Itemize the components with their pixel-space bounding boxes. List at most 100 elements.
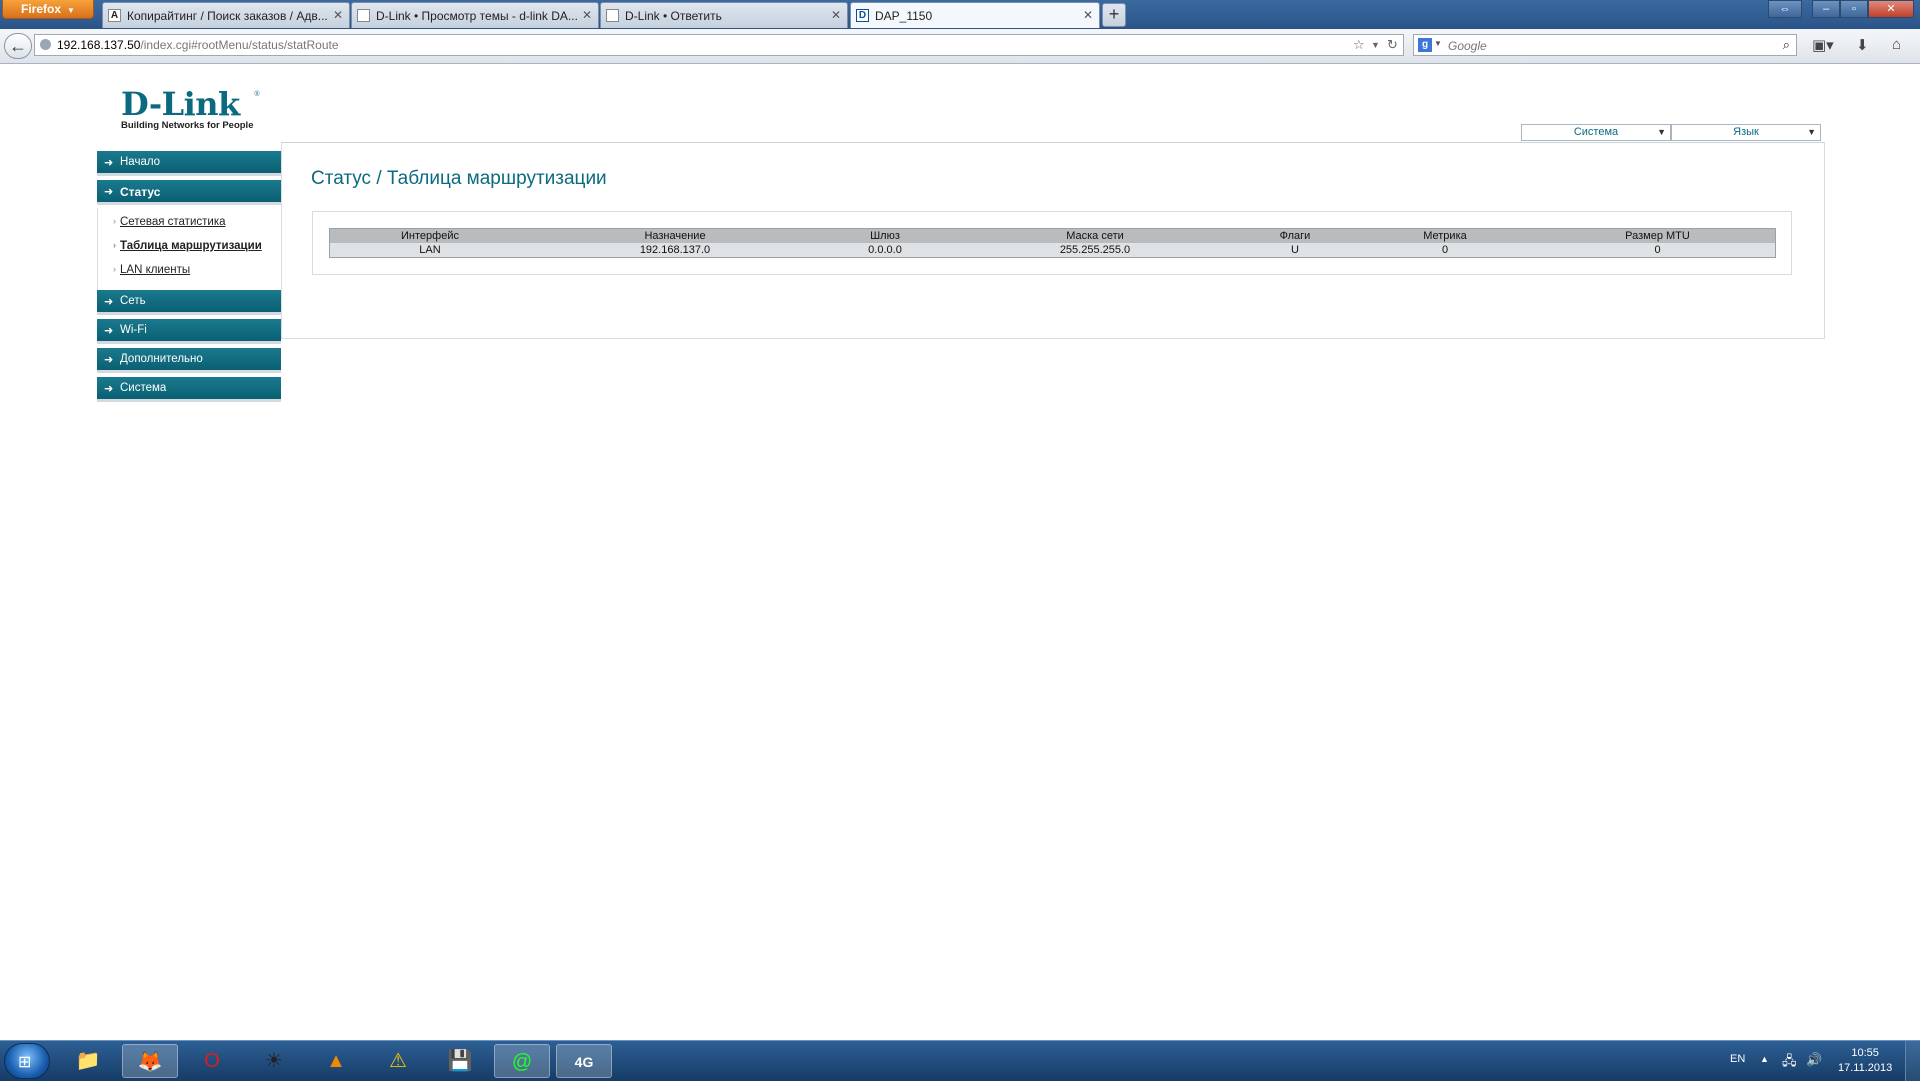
- submenu-item-label: Таблица маршрутизации: [120, 240, 262, 252]
- daemon-tools-icon[interactable]: ⚠: [370, 1044, 426, 1078]
- column-header: Маска сети: [950, 228, 1240, 243]
- new-tab-button[interactable]: +: [1102, 3, 1126, 27]
- bullet-icon: ›: [113, 264, 116, 274]
- page-title: Статус / Таблица маршрутизации: [311, 168, 607, 189]
- logo-tagline: Building Networks for People: [121, 120, 254, 131]
- close-icon[interactable]: ✕: [582, 8, 592, 22]
- sun-app-icon[interactable]: ☀: [246, 1044, 302, 1078]
- chevron-down-icon: ▼: [1807, 127, 1816, 137]
- column-header: Назначение: [530, 228, 820, 243]
- arrow-right-icon: ➜: [104, 157, 114, 169]
- routing-table: Интерфейс Назначение Шлюз Маска сети Фла…: [329, 228, 1776, 258]
- bookmarks-menu-icon[interactable]: ▣▾: [1812, 36, 1834, 54]
- table-cell: LAN: [329, 243, 530, 258]
- firefox-menu-button[interactable]: Firefox ▼: [2, 0, 94, 19]
- sidebar-item-wifi[interactable]: ➜ Wi-Fi: [97, 319, 281, 344]
- submenu-item-lan-clients[interactable]: › LAN клиенты: [113, 264, 191, 276]
- sidebar-item-advanced[interactable]: ➜ Дополнительно: [97, 348, 281, 373]
- clock-date: 17.11.2013: [1838, 1062, 1893, 1074]
- chevron-down-icon[interactable]: ▼: [1371, 40, 1380, 50]
- sidebar-item-label: Система: [120, 382, 167, 394]
- tab-favicon-icon: A: [108, 9, 121, 22]
- search-icon[interactable]: ⌕: [1783, 37, 1790, 53]
- tab-title: D-Link • Ответить: [625, 9, 722, 23]
- column-header: Метрика: [1350, 228, 1540, 243]
- sidebar-item-network[interactable]: ➜ Сеть: [97, 290, 281, 315]
- system-select-label: Система: [1573, 126, 1619, 138]
- submenu-item-routing-table[interactable]: › Таблица маршрутизации: [113, 240, 262, 252]
- close-icon[interactable]: ✕: [1083, 8, 1093, 22]
- google-icon[interactable]: g: [1418, 38, 1432, 52]
- table-cell: 0.0.0.0: [820, 243, 950, 258]
- bookmark-star-icon[interactable]: ☆: [1353, 37, 1365, 53]
- mail-agent-icon[interactable]: @: [494, 1044, 550, 1078]
- close-icon[interactable]: ✕: [831, 8, 841, 22]
- arrow-right-icon: ➜: [104, 325, 114, 337]
- url-bar[interactable]: 192.168.137.50/index.cgi#rootMenu/status…: [34, 34, 1404, 56]
- site-identity-icon[interactable]: [40, 39, 51, 50]
- browser-tab[interactable]: A Копирайтинг / Поиск заказов / Адв... ✕: [102, 2, 350, 28]
- sidebar-item-label: Начало: [120, 156, 161, 168]
- vlc-icon[interactable]: ▲: [308, 1044, 364, 1078]
- language-indicator[interactable]: EN: [1730, 1053, 1745, 1065]
- browser-tab-bar: Firefox ▼ A Копирайтинг / Поиск заказов /…: [0, 0, 1920, 29]
- clock[interactable]: 10:55 17.11.2013: [1838, 1046, 1892, 1076]
- taskbar: ⊞ 📁 🦊 O ☀ ▲ ⚠ 💾 @ 4G EN ▲ 🖧 🔊 10:55 17.1…: [0, 1040, 1920, 1081]
- submenu-item-label: LAN клиенты: [120, 264, 191, 276]
- tab-favicon-icon: D: [856, 9, 869, 22]
- table-row: LAN 192.168.137.0 0.0.0.0 255.255.255.0 …: [329, 243, 1776, 258]
- bullet-icon: ›: [113, 216, 116, 226]
- language-select[interactable]: Язык ▼: [1671, 124, 1821, 141]
- maximize-button[interactable]: ▫: [1840, 0, 1868, 18]
- tab-favicon-icon: [606, 9, 619, 22]
- home-icon[interactable]: ⌂: [1892, 36, 1901, 53]
- table-header-row: Интерфейс Назначение Шлюз Маска сети Фла…: [329, 228, 1776, 243]
- chevron-up-icon[interactable]: ▲: [1760, 1054, 1769, 1064]
- table-cell: 255.255.255.0: [950, 243, 1240, 258]
- navigation-bar: ← 192.168.137.50/index.cgi#rootMenu/stat…: [0, 29, 1920, 64]
- bullet-icon: ›: [113, 240, 116, 250]
- logo-brand: D-Link: [121, 85, 240, 123]
- dlink-logo: D-Link Building Networks for People ®: [121, 85, 260, 131]
- opera-icon[interactable]: O: [184, 1044, 240, 1078]
- column-header: Размер MTU: [1540, 228, 1776, 243]
- column-header: Шлюз: [820, 228, 950, 243]
- sidebar-item-status[interactable]: ➜ Статус: [97, 180, 281, 205]
- tab-title: DAP_1150: [875, 9, 933, 23]
- sidebar-item-start[interactable]: ➜ Начало: [97, 151, 281, 176]
- firefox-icon[interactable]: 🦊: [122, 1044, 178, 1078]
- close-window-button[interactable]: ✕: [1868, 0, 1914, 18]
- sidebar-item-system[interactable]: ➜ Система: [97, 377, 281, 402]
- firefox-menu-label: Firefox: [21, 2, 62, 16]
- floppy-save-icon[interactable]: 💾: [432, 1044, 488, 1078]
- system-select[interactable]: Система ▼: [1521, 124, 1671, 141]
- sidebar-item-label: Дополнительно: [120, 353, 203, 365]
- browser-tab[interactable]: D-Link • Просмотр темы - d-link DA... ✕: [351, 2, 599, 28]
- tab-groups-icon[interactable]: ⇔: [1768, 0, 1802, 18]
- windows-logo-icon: ⊞: [18, 1054, 32, 1071]
- language-select-label: Язык: [1733, 126, 1759, 138]
- file-explorer-icon[interactable]: 📁: [60, 1044, 116, 1078]
- show-desktop-button[interactable]: [1905, 1041, 1920, 1081]
- arrow-right-icon: ➜: [104, 296, 114, 308]
- table-cell: U: [1240, 243, 1350, 258]
- minimize-button[interactable]: –: [1812, 0, 1840, 18]
- sidebar-item-label: Статус: [120, 185, 161, 199]
- back-button[interactable]: ←: [4, 33, 32, 59]
- browser-tab[interactable]: D-Link • Ответить ✕: [600, 2, 848, 28]
- download-icon[interactable]: ⬇: [1856, 36, 1869, 54]
- volume-icon[interactable]: 🔊: [1806, 1052, 1822, 1068]
- search-placeholder: Google: [1448, 39, 1487, 53]
- arrow-right-icon: ➜: [104, 186, 114, 198]
- column-header: Флаги: [1240, 228, 1350, 243]
- submenu-item-network-stats[interactable]: › Сетевая статистика: [113, 216, 226, 228]
- search-input[interactable]: g ▼ Google ⌕: [1413, 34, 1797, 56]
- clock-time: 10:55: [1851, 1047, 1879, 1059]
- 4g-modem-icon[interactable]: 4G: [556, 1044, 612, 1078]
- close-icon[interactable]: ✕: [333, 8, 343, 22]
- start-button[interactable]: ⊞: [4, 1043, 50, 1079]
- chevron-down-icon[interactable]: ▼: [1434, 39, 1442, 48]
- reload-icon[interactable]: ↻: [1387, 37, 1398, 53]
- network-icon[interactable]: 🖧: [1782, 1052, 1797, 1074]
- browser-tab-active[interactable]: D DAP_1150 ✕: [850, 2, 1100, 28]
